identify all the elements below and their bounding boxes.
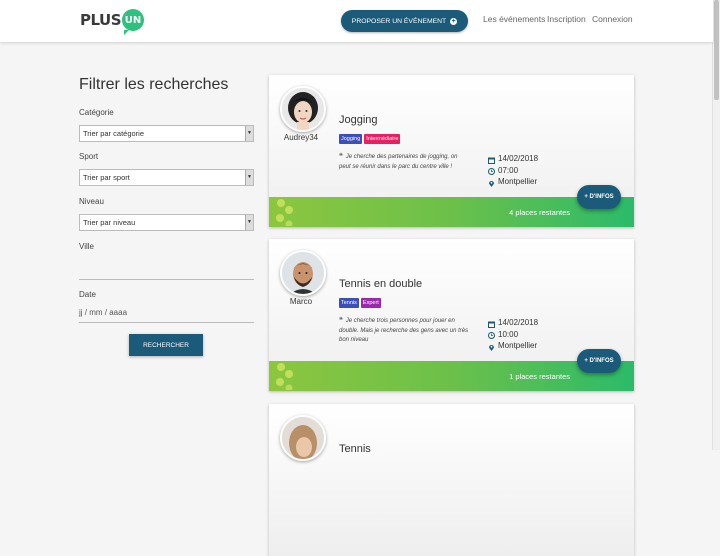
map-marker-icon bbox=[488, 179, 494, 187]
filter-title: Filtrer les recherches bbox=[79, 76, 229, 93]
more-info-button[interactable]: + D'INFOS bbox=[577, 349, 621, 373]
event-description-text: Je cherche des partenaires de jogging, o… bbox=[339, 154, 458, 170]
nav-link-events[interactable]: Les événements bbox=[483, 14, 545, 24]
event-title: Tennis en double bbox=[339, 278, 423, 290]
event-card: Tennis bbox=[269, 404, 634, 556]
tag-sport: Jogging bbox=[339, 134, 363, 144]
clock-icon bbox=[488, 167, 495, 176]
event-date: 14/02/2018 bbox=[498, 318, 539, 327]
event-description-text: Je cherche trois personnes pour jouer en… bbox=[339, 318, 469, 343]
nav-link-register[interactable]: Inscription bbox=[547, 14, 586, 24]
logo[interactable]: PLUS UN bbox=[80, 9, 145, 35]
category-select[interactable]: Trier par catégorie ▼ bbox=[79, 125, 254, 142]
plus-circle-icon: + bbox=[450, 17, 458, 25]
date-label: Date bbox=[79, 290, 96, 299]
event-title: Tennis bbox=[339, 443, 371, 455]
quote-icon: ❝ bbox=[339, 153, 343, 160]
user-avatar[interactable] bbox=[280, 250, 326, 296]
propose-event-button[interactable]: PROPOSER UN ÉVÉNEMENT + bbox=[341, 10, 468, 32]
clock-icon bbox=[488, 331, 495, 340]
sport-select[interactable]: Trier par sport ▼ bbox=[79, 169, 254, 186]
city-label: Ville bbox=[79, 242, 94, 251]
tag-level: Expert bbox=[360, 298, 381, 308]
user-avatar[interactable] bbox=[280, 415, 326, 461]
event-meta: 14/02/2018 07:00 Montpellier bbox=[488, 153, 538, 188]
more-info-button[interactable]: + D'INFOS bbox=[577, 185, 621, 209]
event-description: ❝ Je cherche trois personnes pour jouer e… bbox=[339, 316, 469, 346]
event-place: Montpellier bbox=[498, 177, 538, 186]
tennis-balls-icon bbox=[276, 363, 293, 390]
select-arrow-icon: ▼ bbox=[245, 170, 253, 185]
scrollbar-thumb[interactable] bbox=[714, 0, 719, 100]
category-select-value: Trier par catégorie bbox=[83, 129, 144, 138]
username[interactable]: Marco bbox=[269, 297, 333, 306]
places-remaining: 1 places restantes bbox=[509, 372, 570, 381]
select-arrow-icon: ▼ bbox=[245, 215, 253, 230]
event-title: Jogging bbox=[339, 114, 378, 126]
card-background bbox=[269, 404, 634, 556]
event-tags: Jogging Intermédiaire bbox=[339, 134, 401, 144]
nav-link-login[interactable]: Connexion bbox=[592, 14, 633, 24]
event-description: ❝ Je cherche des partenaires de jogging, … bbox=[339, 152, 469, 172]
city-input[interactable] bbox=[79, 262, 254, 280]
tennis-balls-icon bbox=[276, 199, 293, 226]
calendar-icon bbox=[488, 156, 495, 164]
tag-level: Intermédiaire bbox=[364, 134, 401, 144]
event-time: 10:00 bbox=[498, 329, 519, 339]
select-arrow-icon: ▼ bbox=[245, 126, 253, 141]
quote-icon: ❝ bbox=[339, 317, 343, 324]
event-meta: 14/02/2018 10:00 Montpellier bbox=[488, 317, 538, 352]
search-button[interactable]: RECHERCHER bbox=[129, 334, 203, 356]
places-remaining: 4 places restantes bbox=[509, 208, 570, 217]
propose-event-label: PROPOSER UN ÉVÉNEMENT bbox=[351, 17, 447, 25]
event-date: 14/02/2018 bbox=[498, 154, 539, 163]
level-select-value: Trier par niveau bbox=[83, 218, 136, 227]
level-label: Niveau bbox=[79, 197, 104, 206]
page-scrollbar[interactable] bbox=[712, 0, 720, 450]
user-avatar[interactable] bbox=[280, 86, 326, 132]
sport-label: Sport bbox=[79, 152, 99, 161]
event-card: Marco Tennis en double Tennis Expert ❝ Je… bbox=[269, 239, 634, 391]
logo-plus-text: PLUS bbox=[80, 11, 122, 29]
event-time: 07:00 bbox=[498, 165, 519, 175]
logo-un-bubble: UN bbox=[122, 9, 145, 35]
event-place: Montpellier bbox=[498, 341, 538, 350]
event-tags: Tennis Expert bbox=[339, 298, 381, 308]
date-input[interactable]: jj / mm / aaaa bbox=[79, 308, 254, 323]
category-label: Catégorie bbox=[79, 108, 114, 117]
calendar-icon bbox=[488, 320, 495, 328]
sport-select-value: Trier par sport bbox=[83, 173, 130, 182]
tag-sport: Tennis bbox=[339, 298, 359, 308]
username[interactable]: Audrey34 bbox=[269, 133, 333, 142]
level-select[interactable]: Trier par niveau ▼ bbox=[79, 214, 254, 231]
event-card: Audrey34 Jogging Jogging Intermédiaire ❝… bbox=[269, 75, 634, 227]
top-navbar: PLUS UN PROPOSER UN ÉVÉNEMENT + Les évén… bbox=[0, 0, 713, 42]
map-marker-icon bbox=[488, 343, 494, 351]
